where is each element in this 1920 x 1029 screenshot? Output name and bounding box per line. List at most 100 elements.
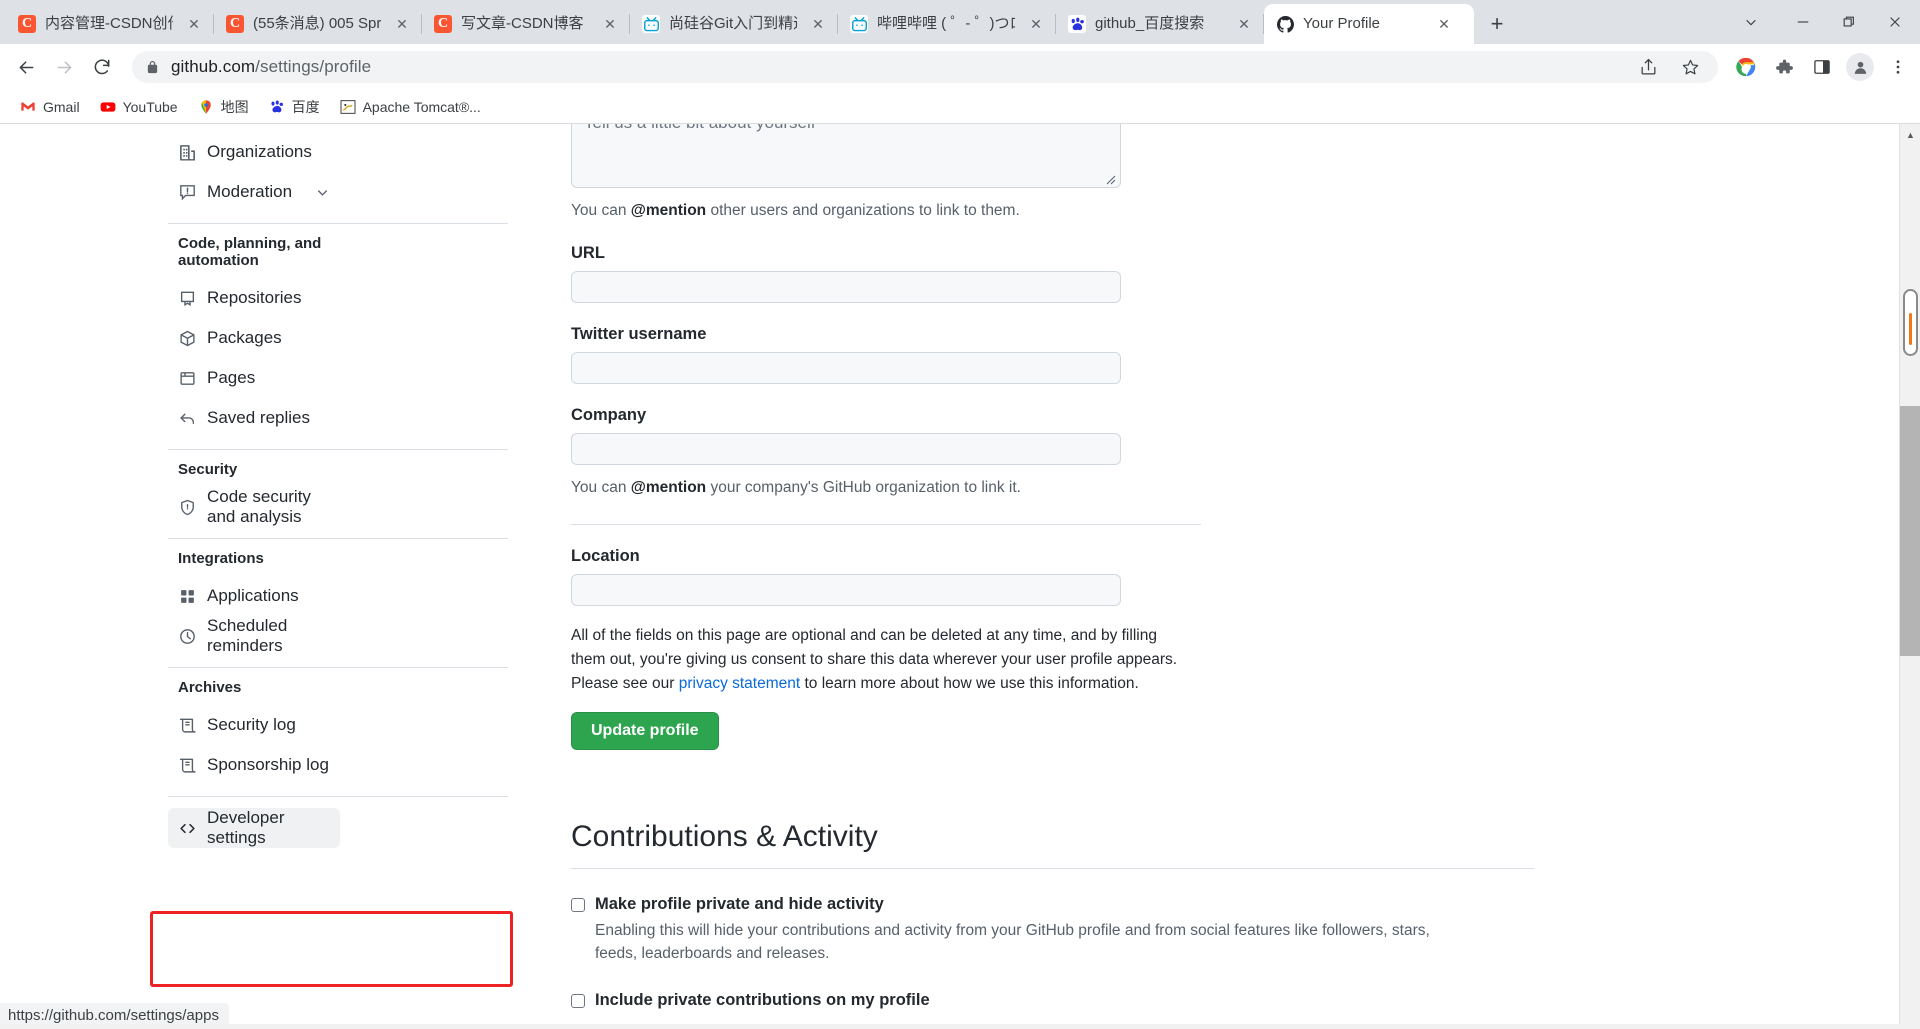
profile-avatar-icon[interactable] xyxy=(1846,53,1874,81)
browser-tab[interactable]: 尚硅谷Git入门到精通 ✕ xyxy=(630,4,838,44)
sidebar-item-label: Applications xyxy=(207,586,299,605)
sidebar-item-label: Developer settings xyxy=(207,808,285,847)
side-panel-icon[interactable] xyxy=(1808,53,1836,81)
sidebar-group-title: Archives xyxy=(178,679,242,696)
checkbox-row[interactable]: Make profile private and hide activity E… xyxy=(571,894,1600,966)
log-icon xyxy=(178,756,196,774)
sidebar-group-title: Code, planning, and automation xyxy=(178,235,322,269)
chevron-down-icon[interactable] xyxy=(1722,6,1780,38)
window-controls xyxy=(1722,0,1920,44)
scrollbar-track-segment[interactable] xyxy=(1900,406,1920,656)
browser-tab[interactable]: C (55条消息) 005 Sprin ✕ xyxy=(214,4,422,44)
sidebar-item-label: Security log xyxy=(207,715,296,734)
apps-grid-icon xyxy=(178,587,196,605)
sidebar-item-moderation[interactable]: Moderation xyxy=(168,172,340,212)
sidebar-item-applications[interactable]: Applications xyxy=(168,576,340,616)
star-icon[interactable] xyxy=(1676,53,1704,81)
bookmark-label: 百度 xyxy=(291,98,320,115)
browser-icon xyxy=(178,369,196,387)
page-viewport: Organizations Moderation Code, planning,… xyxy=(0,124,1920,1029)
bio-textarea[interactable]: Tell us a little bit about yourself xyxy=(571,124,1121,188)
bookmark-item[interactable]: YouTube xyxy=(92,95,186,119)
youtube-icon xyxy=(100,99,116,115)
location-input[interactable] xyxy=(571,573,1121,606)
minimize-icon[interactable] xyxy=(1780,6,1826,38)
address-bar-url: github.com/settings/profile xyxy=(171,57,372,76)
include-private-contributions-checkbox[interactable] xyxy=(571,994,585,1009)
three-dot-menu-icon[interactable] xyxy=(1884,53,1912,81)
update-profile-button[interactable]: Update profile xyxy=(571,711,719,750)
close-icon[interactable]: ✕ xyxy=(1026,14,1046,34)
baidu-icon xyxy=(269,99,285,115)
sidebar-item-scheduled-reminders[interactable]: Scheduled reminders xyxy=(168,616,340,656)
sidebar-item-label: Code security and analysis xyxy=(207,487,311,526)
url-field-label: URL xyxy=(571,244,605,263)
address-bar[interactable]: github.com/settings/profile xyxy=(132,51,1718,83)
close-icon[interactable]: ✕ xyxy=(184,14,204,34)
share-icon[interactable] xyxy=(1634,53,1662,81)
sidebar-item-developer-settings[interactable]: Developer settings xyxy=(168,808,340,848)
browser-tab[interactable]: github_百度搜索 ✕ xyxy=(1056,4,1264,44)
new-tab-button[interactable]: + xyxy=(1480,7,1514,41)
scroll-up-arrow-icon[interactable]: ▲ xyxy=(1900,126,1920,144)
privacy-statement-link[interactable]: privacy statement xyxy=(679,675,800,692)
vertical-scrollbar[interactable]: ▲ xyxy=(1899,124,1920,1029)
close-icon[interactable]: ✕ xyxy=(1234,14,1254,34)
checkbox-label: Make profile private and hide activity xyxy=(595,894,884,913)
github-icon xyxy=(1276,15,1294,33)
gmail-icon xyxy=(20,99,36,115)
close-icon[interactable]: ✕ xyxy=(1434,14,1454,34)
bookmark-item[interactable]: 地图 xyxy=(190,93,257,121)
bookmark-label: 地图 xyxy=(220,98,249,115)
log-icon xyxy=(178,716,196,734)
sidebar-item-pages[interactable]: Pages xyxy=(168,358,340,398)
sidebar-item-saved-replies[interactable]: Saved replies xyxy=(168,398,340,438)
checkbox-row[interactable]: Include private contributions on my prof… xyxy=(571,990,1600,1011)
twitter-username-input[interactable] xyxy=(571,352,1121,385)
lock-icon[interactable] xyxy=(146,60,159,75)
sidebar-item-packages[interactable]: Packages xyxy=(168,318,340,358)
bookmark-item[interactable]: Gmail xyxy=(12,95,88,119)
contributions-heading: Contributions & Activity xyxy=(571,819,878,853)
bookmark-item[interactable]: 百度 xyxy=(261,93,328,121)
browser-tab-active[interactable]: Your Profile ✕ xyxy=(1264,4,1474,44)
company-field-label: Company xyxy=(571,406,647,425)
scrollbar-thumb[interactable] xyxy=(1903,289,1918,356)
repo-icon xyxy=(178,289,196,307)
close-icon[interactable] xyxy=(1872,6,1918,38)
puzzle-icon[interactable] xyxy=(1770,53,1798,81)
browser-tab[interactable]: C 写文章-CSDN博客 ✕ xyxy=(422,4,630,44)
csdn-icon: C xyxy=(434,15,452,33)
url-input[interactable] xyxy=(571,271,1121,304)
browser-toolbar: github.com/settings/profile xyxy=(0,44,1920,90)
tab-title: 内容管理-CSDN创作 xyxy=(45,15,173,32)
close-icon[interactable]: ✕ xyxy=(600,14,620,34)
forward-arrow-icon[interactable] xyxy=(46,49,82,85)
sidebar-item-organizations[interactable]: Organizations xyxy=(168,132,340,172)
reload-icon[interactable] xyxy=(84,49,120,85)
close-icon[interactable]: ✕ xyxy=(392,14,412,34)
bio-placeholder: Tell us a little bit about yourself xyxy=(584,124,816,133)
sidebar-item-sponsorship-log[interactable]: Sponsorship log xyxy=(168,745,340,785)
tab-title: github_百度搜索 xyxy=(1095,15,1205,32)
bookmark-item[interactable]: Apache Tomcat®... xyxy=(332,95,489,119)
browser-tab[interactable]: 哔哩哔哩 ( ゜- ゜)つロ ✕ xyxy=(838,4,1056,44)
profile-settings-form: Tell us a little bit about yourself You … xyxy=(340,124,1600,1029)
chevron-down-icon[interactable] xyxy=(315,185,330,200)
make-profile-private-checkbox[interactable] xyxy=(571,897,585,912)
company-input[interactable] xyxy=(571,433,1121,466)
close-icon[interactable]: ✕ xyxy=(808,14,828,34)
browser-tab[interactable]: C 内容管理-CSDN创作 ✕ xyxy=(6,4,214,44)
google-colorwheel-icon[interactable] xyxy=(1732,53,1760,81)
bilibili-icon xyxy=(642,15,660,33)
back-arrow-icon[interactable] xyxy=(8,49,44,85)
sidebar-item-security-log[interactable]: Security log xyxy=(168,705,340,745)
maximize-icon[interactable] xyxy=(1826,6,1872,38)
browser-tab-strip: C 内容管理-CSDN创作 ✕ C (55条消息) 005 Sprin ✕ C … xyxy=(0,0,1920,44)
bio-helper-text: You can @mention other users and organiz… xyxy=(571,202,1020,219)
sidebar-item-code-security-and-analysis[interactable]: Code security and analysis xyxy=(168,487,340,527)
toolbar-end-actions xyxy=(1726,53,1912,81)
csdn-icon: C xyxy=(226,15,244,33)
resize-grip-icon[interactable] xyxy=(1104,172,1116,185)
sidebar-item-repositories[interactable]: Repositories xyxy=(168,278,340,318)
